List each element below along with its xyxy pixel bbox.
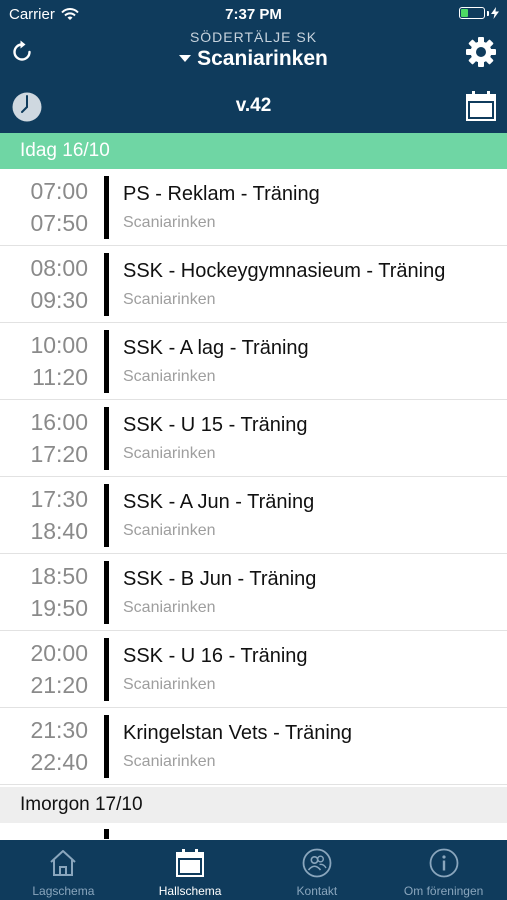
arena-title: Scaniarinken [197,47,328,70]
status-time: 7:37 PM [225,6,282,23]
club-name: SÖDERTÄLJE SK [189,29,318,45]
battery-icon [459,7,499,19]
event-row[interactable]: 08:00 09:30 SSK - Hockeygymnasieum - Trä… [0,246,507,323]
week-label: v.42 [235,95,272,116]
calendar-icon[interactable] [465,90,497,122]
event-divider [104,829,109,839]
event-title: SSK - A lag - Träning [123,337,309,359]
event-end-time: 09:30 [30,287,88,313]
tab-hallschema[interactable]: Hallschema [127,840,254,900]
tab-lagschema[interactable]: Lagschema [0,840,127,900]
status-bar: Carrier 7:37 PM [0,0,507,28]
tab-om-foreningen[interactable]: Om föreningen [380,840,507,900]
event-start-time: 18:50 [30,563,88,589]
event-start-time: 10:00 [30,332,88,358]
event-row[interactable]: 20:00 21:20 SSK - U 16 - Träning Scaniar… [0,631,507,708]
tab-label: Kontakt [296,884,338,898]
event-start-time: 17:30 [30,486,88,512]
event-start-time: 07:00 [30,178,88,204]
event-location: Scaniarinken [123,291,216,308]
event-divider [104,330,109,393]
event-divider [104,176,109,239]
arena-selector[interactable]: Scaniarinken [0,47,507,71]
event-row[interactable]: 21:30 22:40 Kringelstan Vets - Träning S… [0,708,507,785]
event-end-time: 11:20 [32,364,88,390]
tab-kontakt[interactable]: Kontakt [254,840,381,900]
event-row[interactable]: 18:50 19:50 SSK - B Jun - Träning Scania… [0,554,507,631]
event-end-time: 07:50 [30,210,88,236]
event-location: Scaniarinken [123,445,216,462]
event-divider [104,561,109,624]
partial-event-row[interactable] [0,823,507,839]
event-end-time: 22:40 [30,749,88,775]
event-start-time: 16:00 [30,409,88,435]
event-end-time: 21:20 [30,672,88,698]
event-location: Scaniarinken [123,214,216,231]
event-title: SSK - U 16 - Träning [123,645,308,667]
event-title: SSK - A Jun - Träning [123,491,315,513]
top-bar: Carrier 7:37 PM SÖDERTÄLJE SK Scaniarink… [0,0,507,133]
event-location: Scaniarinken [123,753,216,770]
event-end-time: 18:40 [30,518,88,544]
event-end-time: 17:20 [30,441,88,467]
event-location: Scaniarinken [123,599,216,616]
event-divider [104,484,109,547]
day-header-today: Idag 16/10 [0,133,507,169]
event-row[interactable]: 16:00 17:20 SSK - U 15 - Träning Scaniar… [0,400,507,477]
event-row[interactable]: 17:30 18:40 SSK - A Jun - Träning Scania… [0,477,507,554]
event-title: SSK - B Jun - Träning [123,568,317,590]
info-icon [429,848,459,878]
event-title: PS - Reklam - Träning [123,183,320,205]
calendar-icon [176,849,205,877]
event-list: 07:00 07:50 PS - Reklam - Träning Scania… [0,169,507,785]
tab-label: Hallschema [158,884,222,898]
event-start-time: 20:00 [30,640,88,666]
event-start-time: 08:00 [30,255,88,281]
house-icon [50,850,77,876]
event-end-time: 19:50 [30,595,88,621]
tab-bar: Lagschema Hallschema Kontakt Om förening… [0,840,507,900]
event-title: Kringelstan Vets - Träning [123,722,353,744]
event-location: Scaniarinken [123,368,216,385]
event-location: Scaniarinken [123,676,216,693]
contacts-icon [302,848,332,878]
event-divider [104,253,109,316]
event-divider [104,407,109,470]
tab-label: Lagschema [32,884,95,898]
event-start-time: 21:30 [30,717,88,743]
gear-icon[interactable] [465,36,497,68]
day-header-tomorrow: Imorgon 17/10 [0,787,507,823]
event-divider [104,638,109,701]
event-divider [104,715,109,778]
event-row[interactable]: 10:00 11:20 SSK - A lag - Träning Scania… [0,323,507,400]
event-row[interactable]: 07:00 07:50 PS - Reklam - Träning Scania… [0,169,507,246]
charging-bolt-icon [491,7,499,19]
event-title: SSK - U 15 - Träning [123,414,308,436]
event-location: Scaniarinken [123,522,216,539]
caret-down-icon [179,55,192,62]
event-title: SSK - Hockeygymnasieum - Träning [123,260,446,282]
tab-label: Om föreningen [403,884,484,898]
